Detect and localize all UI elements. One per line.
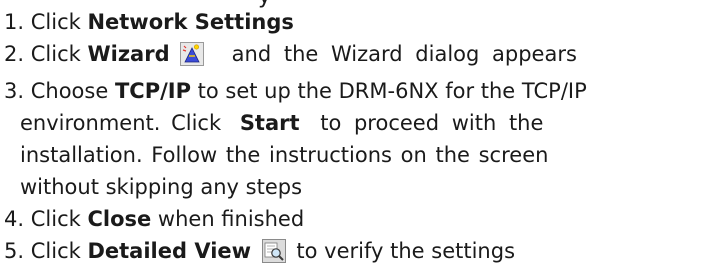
step-number: 3. [4, 79, 25, 103]
step-text: Choose [30, 79, 115, 103]
step-3-line-4: without skipping any steps [20, 175, 303, 199]
step-3-line-2: environment. Click Start to proceed with… [20, 111, 544, 135]
step-3: 3. Choose TCP/IP to set up the DRM-6NX f… [0, 75, 701, 203]
instruction-page: y 1. Click Network Settings 2. Click Wiz… [0, 0, 701, 274]
step-number: 2. [4, 42, 25, 66]
step-5: 5. Click Detailed View to verify the set… [0, 235, 701, 272]
step-text: Click [30, 239, 88, 263]
step-text: and the Wizard dialog appears [231, 42, 577, 66]
tcpip-label: TCP/IP [114, 79, 191, 103]
step-text: Click [30, 207, 88, 231]
start-label: Start [239, 111, 300, 135]
step-text: Click [30, 42, 88, 66]
network-settings-label: Network Settings [87, 10, 294, 34]
step-2: 2. Click Wizard and the Wizard dialog ap… [0, 38, 701, 75]
wizard-icon [180, 42, 205, 75]
wizard-label: Wizard [87, 42, 170, 66]
step-text: to verify the settings [296, 239, 516, 263]
step-number: 4. [4, 207, 25, 231]
step-4: 4. Click Close when finished [0, 203, 701, 235]
step-text: when finished [151, 207, 305, 231]
detailed-view-label: Detailed View [87, 239, 252, 263]
step-text: to set up the DRM-6NX for the TCP/IP [190, 79, 587, 103]
step-text: Click [30, 10, 88, 34]
step-1: 1. Click Network Settings [0, 6, 701, 38]
step-number: 5. [4, 239, 25, 263]
close-label: Close [87, 207, 152, 231]
detailed-view-icon [261, 239, 286, 272]
steps-list: 1. Click Network Settings 2. Click Wizar… [0, 6, 701, 272]
step-3-line-3: installation. Follow the instructions on… [20, 143, 549, 167]
step-number: 1. [4, 10, 25, 34]
